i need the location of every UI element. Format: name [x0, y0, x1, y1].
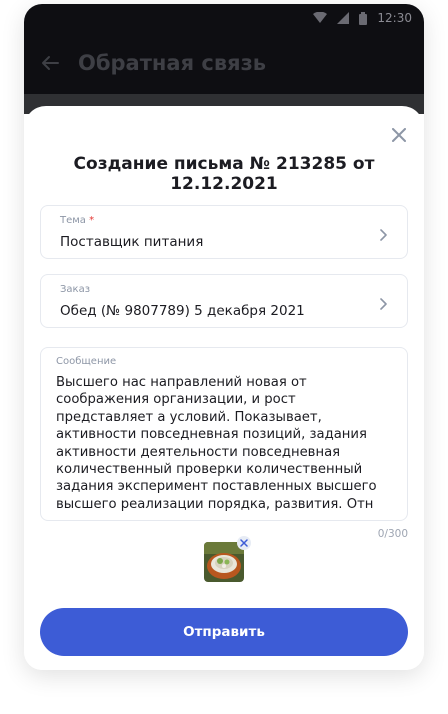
topic-select[interactable]: Тема * Поставщик питания — [40, 205, 408, 259]
message-label: Сообщение — [56, 356, 117, 367]
app-bar-title: Обратная связь — [78, 51, 267, 75]
message-text[interactable]: Высшего нас направлений новая от соображ… — [56, 374, 396, 513]
required-mark: * — [89, 215, 95, 226]
battery-icon — [359, 11, 368, 25]
status-bar: 12:30 — [24, 4, 424, 32]
message-field[interactable]: Сообщение Высшего нас направлений новая … — [40, 347, 408, 521]
status-time: 12:30 — [377, 11, 412, 25]
close-icon[interactable] — [388, 124, 410, 146]
topic-label-text: Тема — [60, 215, 86, 226]
order-label: Заказ — [60, 284, 91, 295]
bottom-sheet: Создание письма № 213285 от 12.12.2021 Т… — [24, 106, 424, 670]
attachment-thumbnail[interactable] — [204, 542, 244, 582]
order-value: Обед (№ 9807789) 5 декабря 2021 — [60, 303, 305, 319]
back-arrow-icon[interactable] — [38, 51, 62, 75]
topic-label: Тема * — [60, 215, 94, 226]
app-bar: Обратная связь — [24, 32, 424, 94]
chevron-right-icon — [377, 295, 389, 310]
order-select[interactable]: Заказ Обед (№ 9807789) 5 декабря 2021 — [40, 274, 408, 328]
topic-value: Поставщик питания — [60, 234, 204, 250]
food-photo-icon — [204, 542, 244, 582]
send-button[interactable]: Отправить — [40, 608, 408, 656]
cell-signal-icon — [337, 12, 350, 24]
char-counter: 0/300 — [377, 528, 408, 540]
wifi-icon — [313, 12, 328, 24]
remove-attachment-icon[interactable] — [237, 536, 251, 550]
sheet-title: Создание письма № 213285 от 12.12.2021 — [73, 154, 375, 194]
chevron-right-icon — [377, 226, 389, 241]
phone-frame: 12:30 Обратная связь Создание письма № 2… — [24, 4, 424, 670]
